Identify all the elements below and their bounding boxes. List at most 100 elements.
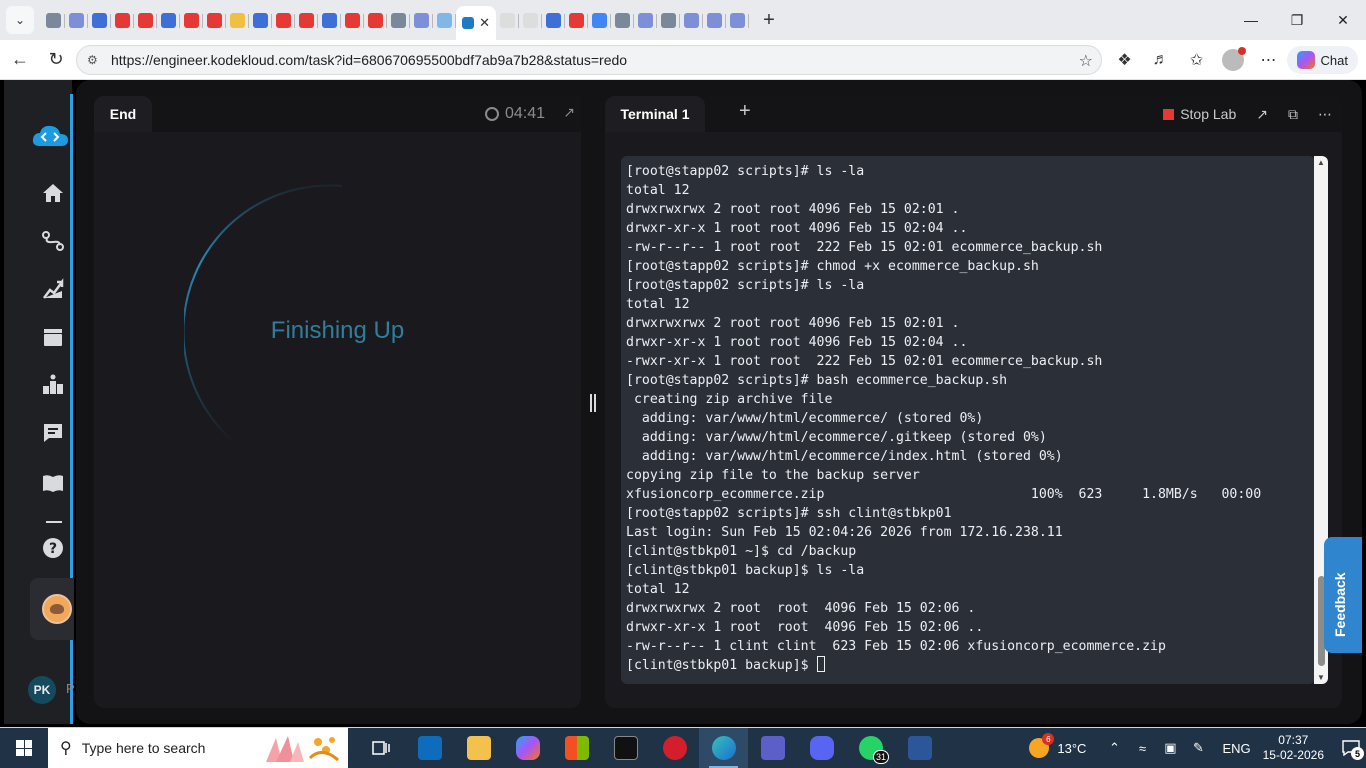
discord-icon[interactable] <box>797 728 846 768</box>
file-explorer-icon[interactable] <box>454 728 503 768</box>
browser-tab[interactable] <box>611 5 634 35</box>
browser-tab[interactable] <box>387 5 410 35</box>
browser-tab[interactable] <box>410 5 433 35</box>
browser-tab-active[interactable]: ✕ <box>456 6 496 40</box>
browser-tab[interactable] <box>42 5 65 35</box>
windows-logo-icon <box>16 740 32 756</box>
scroll-down-icon[interactable]: ▼ <box>1317 673 1325 682</box>
browser-tab[interactable] <box>680 5 703 35</box>
language-indicator[interactable]: ENG <box>1222 741 1250 756</box>
terminal-output[interactable]: [root@stapp02 scripts]# ls -la total 12 dr… <box>621 156 1315 684</box>
system-tray: 6 13°C ⌃ ≈ ▣ ✎ ENG 07:37 15-02-2026 5 <box>1029 728 1366 768</box>
browser-tab[interactable] <box>565 5 588 35</box>
browser-tab[interactable] <box>703 5 726 35</box>
terminal-app-icon[interactable] <box>601 728 650 768</box>
microsoft-store-icon[interactable] <box>552 728 601 768</box>
more-options-icon[interactable]: ⋯ <box>1318 106 1332 123</box>
task-view-icon[interactable] <box>356 728 405 768</box>
reload-icon[interactable]: ↻ <box>40 44 72 76</box>
minimize-icon[interactable]: — <box>1228 0 1274 40</box>
end-tab[interactable]: End <box>94 96 152 132</box>
site-info-icon[interactable]: ⚙ <box>87 53 101 67</box>
open-new-window-icon[interactable]: ⧉ <box>1288 106 1298 123</box>
browser-tab[interactable] <box>588 5 611 35</box>
terminal-line: -rwxr-xr-x 1 root root 222 Feb 15 02:01 … <box>626 354 1103 369</box>
stopwatch-icon <box>484 107 499 121</box>
browser-tab[interactable] <box>341 5 364 35</box>
panel-resize-handle[interactable] <box>590 394 596 412</box>
terminal-tab[interactable]: Terminal 1 <box>605 96 705 132</box>
copilot-app-icon[interactable] <box>503 728 552 768</box>
browser-tab[interactable] <box>364 5 387 35</box>
help-icon[interactable]: ? <box>40 535 66 561</box>
scroll-up-icon[interactable]: ▲ <box>1317 158 1325 167</box>
pen-icon[interactable]: ✎ <box>1186 740 1210 756</box>
career-growth-icon[interactable] <box>40 276 66 302</box>
wifi-icon[interactable]: ≈ <box>1130 741 1154 756</box>
browser-tab[interactable] <box>295 5 318 35</box>
browser-tab[interactable] <box>226 5 249 35</box>
leaderboard-icon[interactable] <box>40 372 66 398</box>
docs-book-icon[interactable] <box>40 470 66 496</box>
feedback-tab[interactable]: Feedback <box>1324 537 1362 653</box>
notes-feedback-icon[interactable] <box>40 420 66 446</box>
notifications-icon[interactable]: 5 <box>1336 728 1366 768</box>
browser-tab[interactable] <box>496 5 519 35</box>
terminal-prompt-line[interactable]: [clint@stbkp01 backup]$ <box>626 656 1309 675</box>
browser-tab[interactable] <box>180 5 203 35</box>
back-arrow-icon[interactable]: ← <box>4 44 36 76</box>
browser-tab[interactable] <box>134 5 157 35</box>
browser-tab[interactable] <box>542 5 565 35</box>
learning-path-icon[interactable] <box>40 228 66 254</box>
browser-tab[interactable] <box>88 5 111 35</box>
browser-tab[interactable] <box>519 5 542 35</box>
browser-tab[interactable] <box>433 5 456 35</box>
extensions-icon[interactable]: ❖ <box>1107 42 1143 78</box>
browser-tab[interactable] <box>634 5 657 35</box>
word-icon[interactable] <box>895 728 944 768</box>
terminal-line: total 12 <box>626 183 690 198</box>
close-tab-icon[interactable]: ✕ <box>479 15 490 31</box>
outlook-icon[interactable] <box>405 728 454 768</box>
stop-lab-button[interactable]: Stop Lab <box>1163 106 1236 122</box>
browser-tab[interactable] <box>272 5 295 35</box>
kodekloud-logo-icon[interactable] <box>30 122 70 150</box>
browser-tab[interactable] <box>157 5 180 35</box>
browser-tab[interactable] <box>318 5 341 35</box>
home-icon[interactable] <box>40 180 66 206</box>
terminal-actions: Stop Lab ↗ ⧉ ⋯ <box>1163 96 1342 132</box>
bookmark-star-icon[interactable]: ☆ <box>1079 51 1093 71</box>
fullscreen-icon[interactable]: ↗ <box>1256 106 1268 123</box>
browser-tab[interactable] <box>65 5 88 35</box>
opera-icon[interactable] <box>650 728 699 768</box>
browser-tab[interactable] <box>111 5 134 35</box>
browser-tab[interactable] <box>249 5 272 35</box>
start-button[interactable] <box>0 728 48 768</box>
edge-icon[interactable] <box>699 728 748 768</box>
whatsapp-icon[interactable]: 31 <box>846 728 895 768</box>
battery-icon[interactable]: ▣ <box>1158 740 1182 756</box>
teams-icon[interactable] <box>748 728 797 768</box>
new-tab-button[interactable]: + <box>755 6 783 34</box>
maximize-icon[interactable]: ❐ <box>1274 0 1320 40</box>
browser-tab[interactable] <box>726 5 749 35</box>
clock[interactable]: 07:37 15-02-2026 <box>1263 733 1324 763</box>
weather-widget[interactable]: 6 13°C <box>1029 733 1086 758</box>
tab-search-chevron-icon[interactable]: ⌄ <box>6 6 34 34</box>
performance-icon[interactable]: ♬ <box>1143 42 1179 78</box>
taskbar-search[interactable]: ⚲ Type here to search <box>48 728 348 768</box>
browser-tab[interactable] <box>203 5 226 35</box>
user-avatar-icon[interactable] <box>42 594 72 624</box>
close-window-icon[interactable]: ✕ <box>1320 0 1366 40</box>
courses-clapper-icon[interactable] <box>40 324 66 350</box>
profile-avatar[interactable] <box>1215 42 1251 78</box>
url-field[interactable]: ⚙ https://engineer.kodekloud.com/task?id… <box>76 45 1102 75</box>
user-initials-badge[interactable]: PK <box>28 676 56 704</box>
copilot-chat-button[interactable]: Chat <box>1286 46 1358 74</box>
show-hidden-icons-chevron-icon[interactable]: ⌃ <box>1102 740 1126 756</box>
add-terminal-icon[interactable]: + <box>739 100 751 123</box>
more-menu-icon[interactable]: ⋯ <box>1251 42 1287 78</box>
favorites-icon[interactable]: ✩ <box>1179 42 1215 78</box>
browser-tab[interactable] <box>657 5 680 35</box>
expand-icon[interactable]: ↗ <box>563 104 575 121</box>
